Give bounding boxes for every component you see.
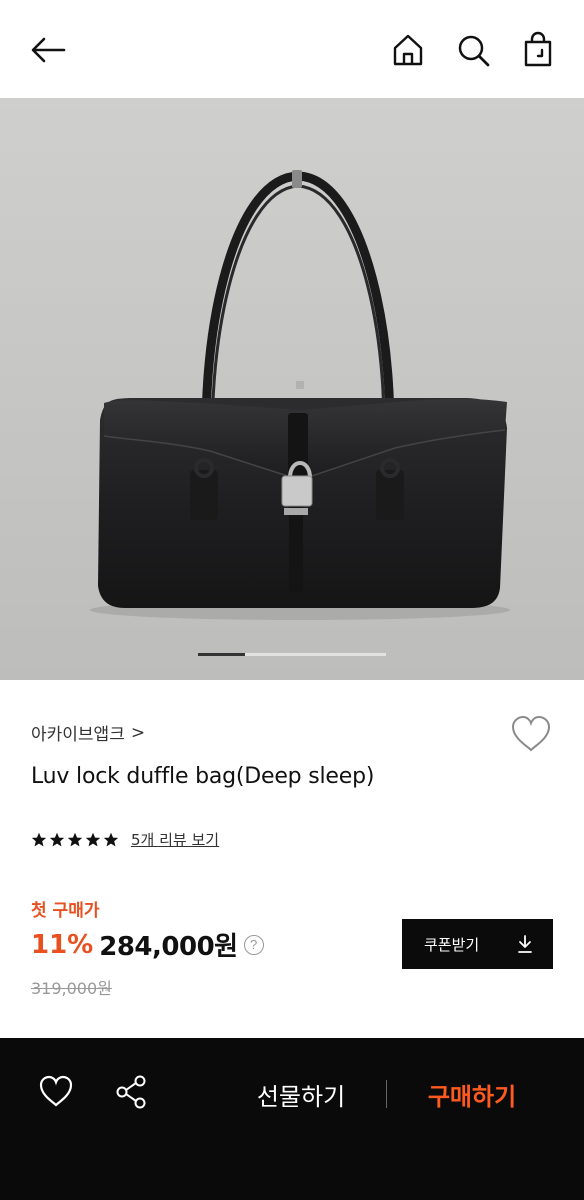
star-icon: [67, 832, 83, 846]
product-image: [0, 98, 584, 680]
discount-rate: 11%: [31, 929, 94, 960]
price-row: 11% 284,000원 ?: [31, 926, 264, 963]
product-image-gallery[interactable]: [0, 98, 584, 680]
coupon-label: 쿠폰받기: [424, 935, 480, 954]
home-button[interactable]: [388, 30, 428, 70]
heart-outline-icon: [511, 715, 551, 752]
arrow-left-icon: [31, 37, 66, 63]
chevron-right-icon: >: [130, 722, 146, 743]
cart-button[interactable]: [518, 30, 558, 70]
search-button[interactable]: [453, 30, 493, 70]
star-rating: [31, 832, 119, 848]
image-pagination-active: [198, 653, 245, 656]
share-button[interactable]: [114, 1074, 150, 1110]
star-icon: [85, 832, 101, 846]
rating-row: 5개 리뷰 보기: [31, 829, 219, 850]
buy-button[interactable]: 구매하기: [400, 1074, 544, 1114]
sale-price: 284,000원: [99, 932, 238, 962]
search-icon: [458, 35, 490, 67]
share-icon: [116, 1075, 146, 1109]
star-icon: [103, 832, 119, 846]
image-pagination-indicator: [198, 653, 386, 656]
help-icon[interactable]: ?: [243, 934, 264, 955]
back-button[interactable]: [28, 30, 68, 70]
star-icon: [49, 832, 65, 846]
original-price: 319,000원: [31, 979, 112, 998]
heart-outline-icon: [39, 1075, 73, 1107]
star-icon: [31, 832, 47, 846]
wishlist-button[interactable]: [509, 714, 553, 754]
coupon-download-button[interactable]: 쿠폰받기: [402, 919, 553, 969]
gift-button[interactable]: 선물하기: [230, 1074, 372, 1114]
home-icon: [393, 34, 423, 66]
bottom-bar-divider: [386, 1080, 387, 1108]
first-purchase-label: 첫 구매가: [31, 901, 100, 921]
brand-link[interactable]: 아카이브앱크 >: [31, 720, 146, 746]
product-title: Luv lock duffle bag(Deep sleep): [31, 764, 375, 789]
top-nav-bar: [0, 0, 584, 98]
bottom-wishlist-button[interactable]: [38, 1074, 74, 1110]
shopping-bag-icon: [524, 31, 552, 67]
download-icon: [518, 935, 532, 953]
bottom-action-bar: 선물하기 구매하기: [0, 1038, 584, 1200]
review-link[interactable]: 5개 리뷰 보기: [131, 829, 219, 850]
brand-name: 아카이브앱크: [31, 725, 125, 745]
